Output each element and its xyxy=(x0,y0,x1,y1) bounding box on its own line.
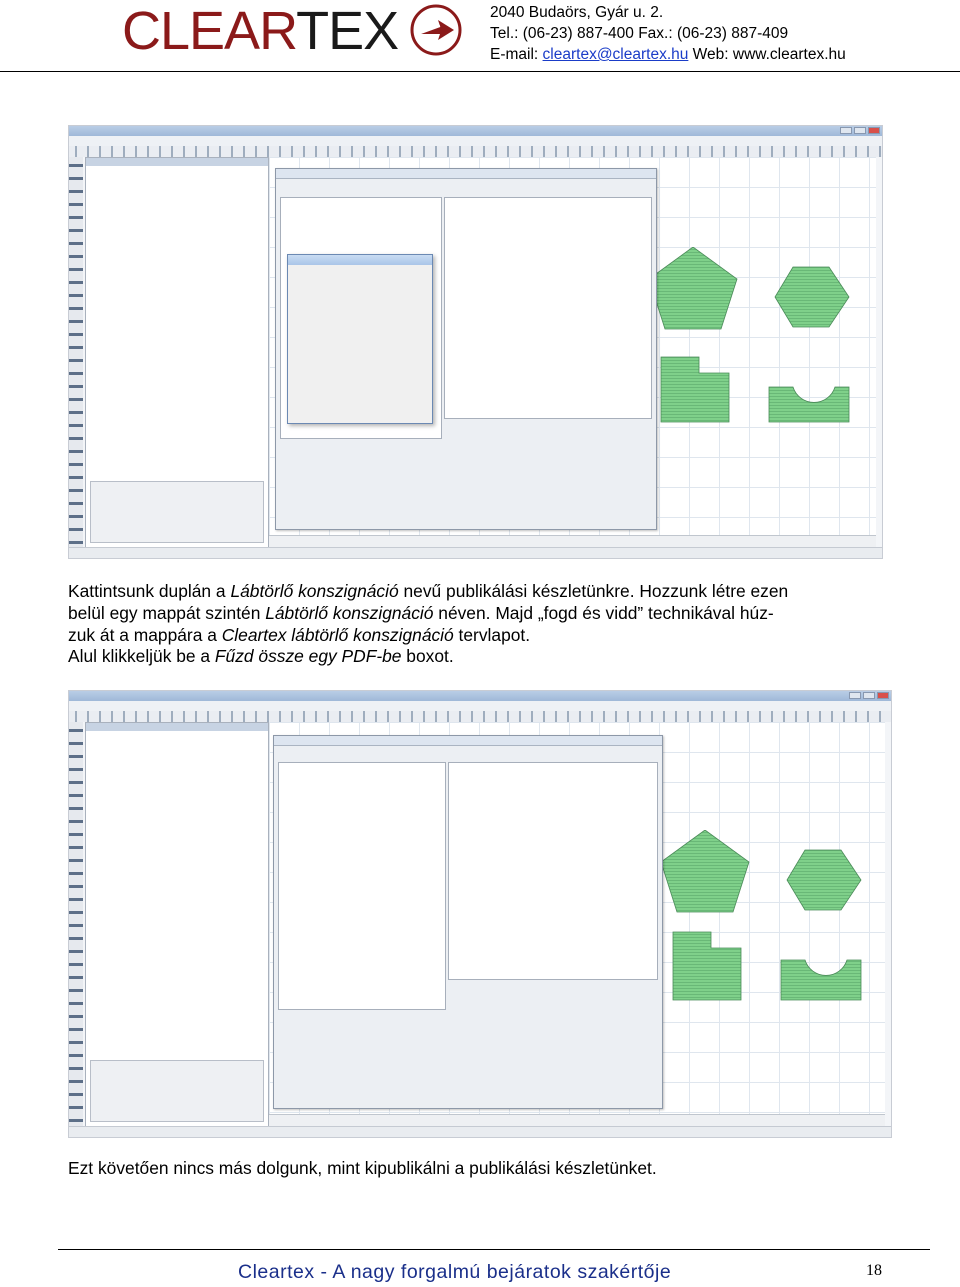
folder-name: Lábtörlő konszignáció xyxy=(265,602,434,623)
archicad-screenshot-2 xyxy=(68,690,892,1138)
set-name: Lábtörlő konszignáció xyxy=(230,581,399,601)
navigator-panel xyxy=(85,722,269,1127)
menu-bar xyxy=(69,701,891,711)
company-logo: CLEARTEX xyxy=(122,1,462,61)
window-titlebar xyxy=(69,126,882,136)
navigator-lower-panel xyxy=(90,1060,264,1122)
merge-pdf-option: Fűzd össze egy PDF-be xyxy=(214,646,402,667)
toolbar xyxy=(69,146,882,157)
instruction-paragraph-1: Kattintsunk duplán a Lábtörlő konszignác… xyxy=(68,581,789,667)
status-bar xyxy=(69,1126,891,1137)
toolbar xyxy=(69,711,891,722)
email-link[interactable]: cleartex@cleartex.hu xyxy=(543,46,689,63)
instruction-paragraph-2: Ezt követően nincs más dolgunk, mint kip… xyxy=(68,1158,657,1178)
navigator-lower-panel xyxy=(90,481,264,543)
contact-block: 2040 Budaörs, Gyár u. 2. Tel.: (06-23) 8… xyxy=(490,2,846,65)
organizer-window xyxy=(273,735,663,1109)
logo-wordmark: CLEARTEX xyxy=(122,1,399,61)
logo-arrow-icon xyxy=(410,4,462,56)
toolbox xyxy=(69,722,83,1127)
toolbox xyxy=(69,157,83,548)
menu-bar xyxy=(69,136,882,146)
footer-tagline: Cleartex - A nagy forgalmú bejáratok sza… xyxy=(238,1261,672,1283)
publishing-properties-dialog xyxy=(287,254,433,424)
organizer-right-pane xyxy=(444,197,652,419)
archicad-screenshot-1 xyxy=(68,125,883,559)
window-titlebar xyxy=(69,691,891,701)
doormat-shapes xyxy=(649,247,850,423)
company-address: 2040 Budaörs, Gyár u. 2. xyxy=(490,4,664,21)
organizer-right-pane xyxy=(448,762,658,980)
company-email-web: E-mail: cleartex@cleartex.hu Web: www.cl… xyxy=(490,46,846,63)
layout-name: Cleartex lábtörlő konszignáció xyxy=(221,624,454,645)
organizer-left-pane xyxy=(278,762,446,1010)
doormat-shapes xyxy=(661,830,862,1001)
status-bar xyxy=(69,547,882,558)
navigator-panel xyxy=(85,157,269,548)
footer-divider xyxy=(58,1249,930,1250)
company-phone-fax: Tel.: (06-23) 887-400 Fax.: (06-23) 887-… xyxy=(490,25,789,42)
header-divider xyxy=(0,71,960,72)
page-number: 18 xyxy=(866,1262,882,1279)
